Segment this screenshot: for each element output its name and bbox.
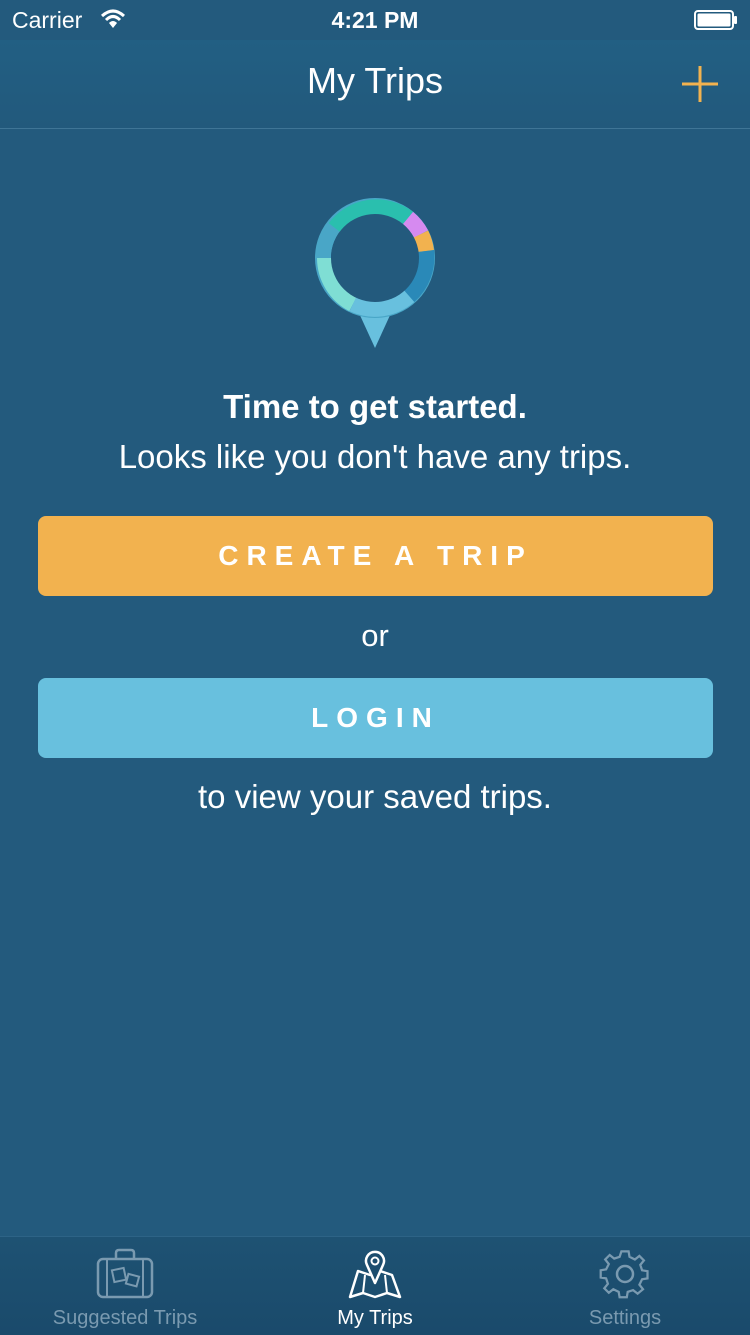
suitcase-icon [96, 1248, 154, 1299]
tab-my-trips[interactable]: My Trips [250, 1237, 500, 1335]
empty-state-subline: Looks like you don't have any trips. [118, 438, 632, 475]
status-bar: Carrier 4:21 PM [0, 0, 750, 40]
tab-suggested-trips[interactable]: Suggested Trips [0, 1237, 250, 1335]
add-trip-button[interactable] [678, 62, 722, 106]
plus-icon [682, 66, 718, 102]
tab-label: My Trips [337, 1307, 413, 1329]
tab-label: Settings [588, 1307, 662, 1329]
empty-state-headline: Time to get started. [223, 388, 527, 425]
tab-bar: Suggested Trips My Trips Settings [0, 1236, 750, 1335]
or-separator: or [361, 618, 389, 653]
page-title: My Trips [306, 60, 443, 101]
status-time: 4:21 PM [331, 7, 419, 33]
navigation-bar: My Trips [0, 40, 750, 129]
map-pin-ring-icon [315, 198, 435, 348]
login-button[interactable]: LOGIN [38, 678, 713, 758]
tab-settings[interactable]: Settings [500, 1237, 750, 1335]
view-saved-trips-text: to view your saved trips. [198, 778, 552, 815]
gear-icon [599, 1250, 649, 1299]
map-pin-icon [348, 1250, 402, 1299]
tab-label: Suggested Trips [52, 1307, 198, 1329]
battery-icon [694, 10, 737, 30]
create-trip-button[interactable]: CREATE A TRIP [38, 516, 713, 596]
